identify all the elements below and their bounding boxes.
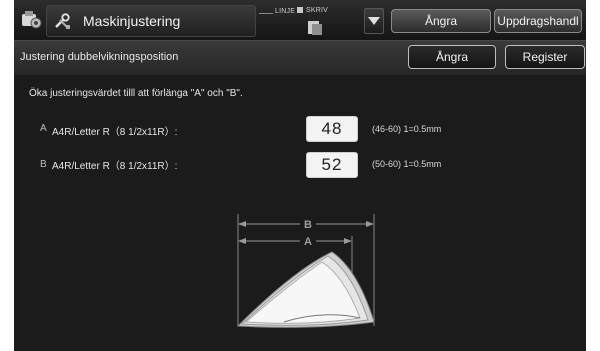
row-a-label: A4R/Letter R（8 1/2x11R）: <box>52 127 178 138</box>
print-indicator-light <box>297 7 303 13</box>
sub-header: Justering dubbelvikningsposition Ångra R… <box>14 40 586 75</box>
row-b-value-field[interactable]: 52 <box>306 152 358 178</box>
job-status-button[interactable]: Uppdragshandl <box>494 9 582 33</box>
top-bar: Maskinjustering LINJE SKRIV Ångra Uppdra… <box>14 0 586 40</box>
machine-settings-icon[interactable] <box>20 8 42 30</box>
print-indicator-label: SKRIV <box>306 7 329 14</box>
line-indicator-label: LINJE <box>275 8 296 15</box>
line-indicator-mark <box>259 13 273 14</box>
row-a-value-field[interactable]: 48 <box>306 116 358 142</box>
app-title: Maskinjustering <box>83 13 181 29</box>
double-fold-diagram: B A <box>236 214 375 328</box>
diagram-label-a: A <box>304 236 312 248</box>
row-b-label: A4R/Letter R（8 1/2x11R）: <box>52 161 178 172</box>
screen: Maskinjustering LINJE SKRIV Ångra Uppdra… <box>14 0 586 351</box>
instruction-text: Öka justeringsvärdet tilll att förlänga … <box>29 88 243 99</box>
row-a-range: (46-60) 1=0.5mm <box>372 124 442 134</box>
row-b-letter: B <box>40 159 47 170</box>
row-a-letter: A <box>40 123 47 134</box>
dropdown-button[interactable] <box>364 8 384 34</box>
undo-button[interactable]: Ångra <box>391 9 491 33</box>
row-b-range: (50-60) 1=0.5mm <box>372 159 442 169</box>
sub-undo-button[interactable]: Ångra <box>408 45 496 69</box>
wrench-screwdriver-icon <box>55 13 70 29</box>
title-box: Maskinjustering <box>46 5 256 37</box>
paper-tray-icon <box>308 21 322 35</box>
register-button[interactable]: Register <box>505 45 585 69</box>
page-title: Justering dubbelvikningsposition <box>20 51 179 63</box>
diagram-label-b: B <box>304 219 312 231</box>
chevron-down-icon <box>368 17 380 25</box>
